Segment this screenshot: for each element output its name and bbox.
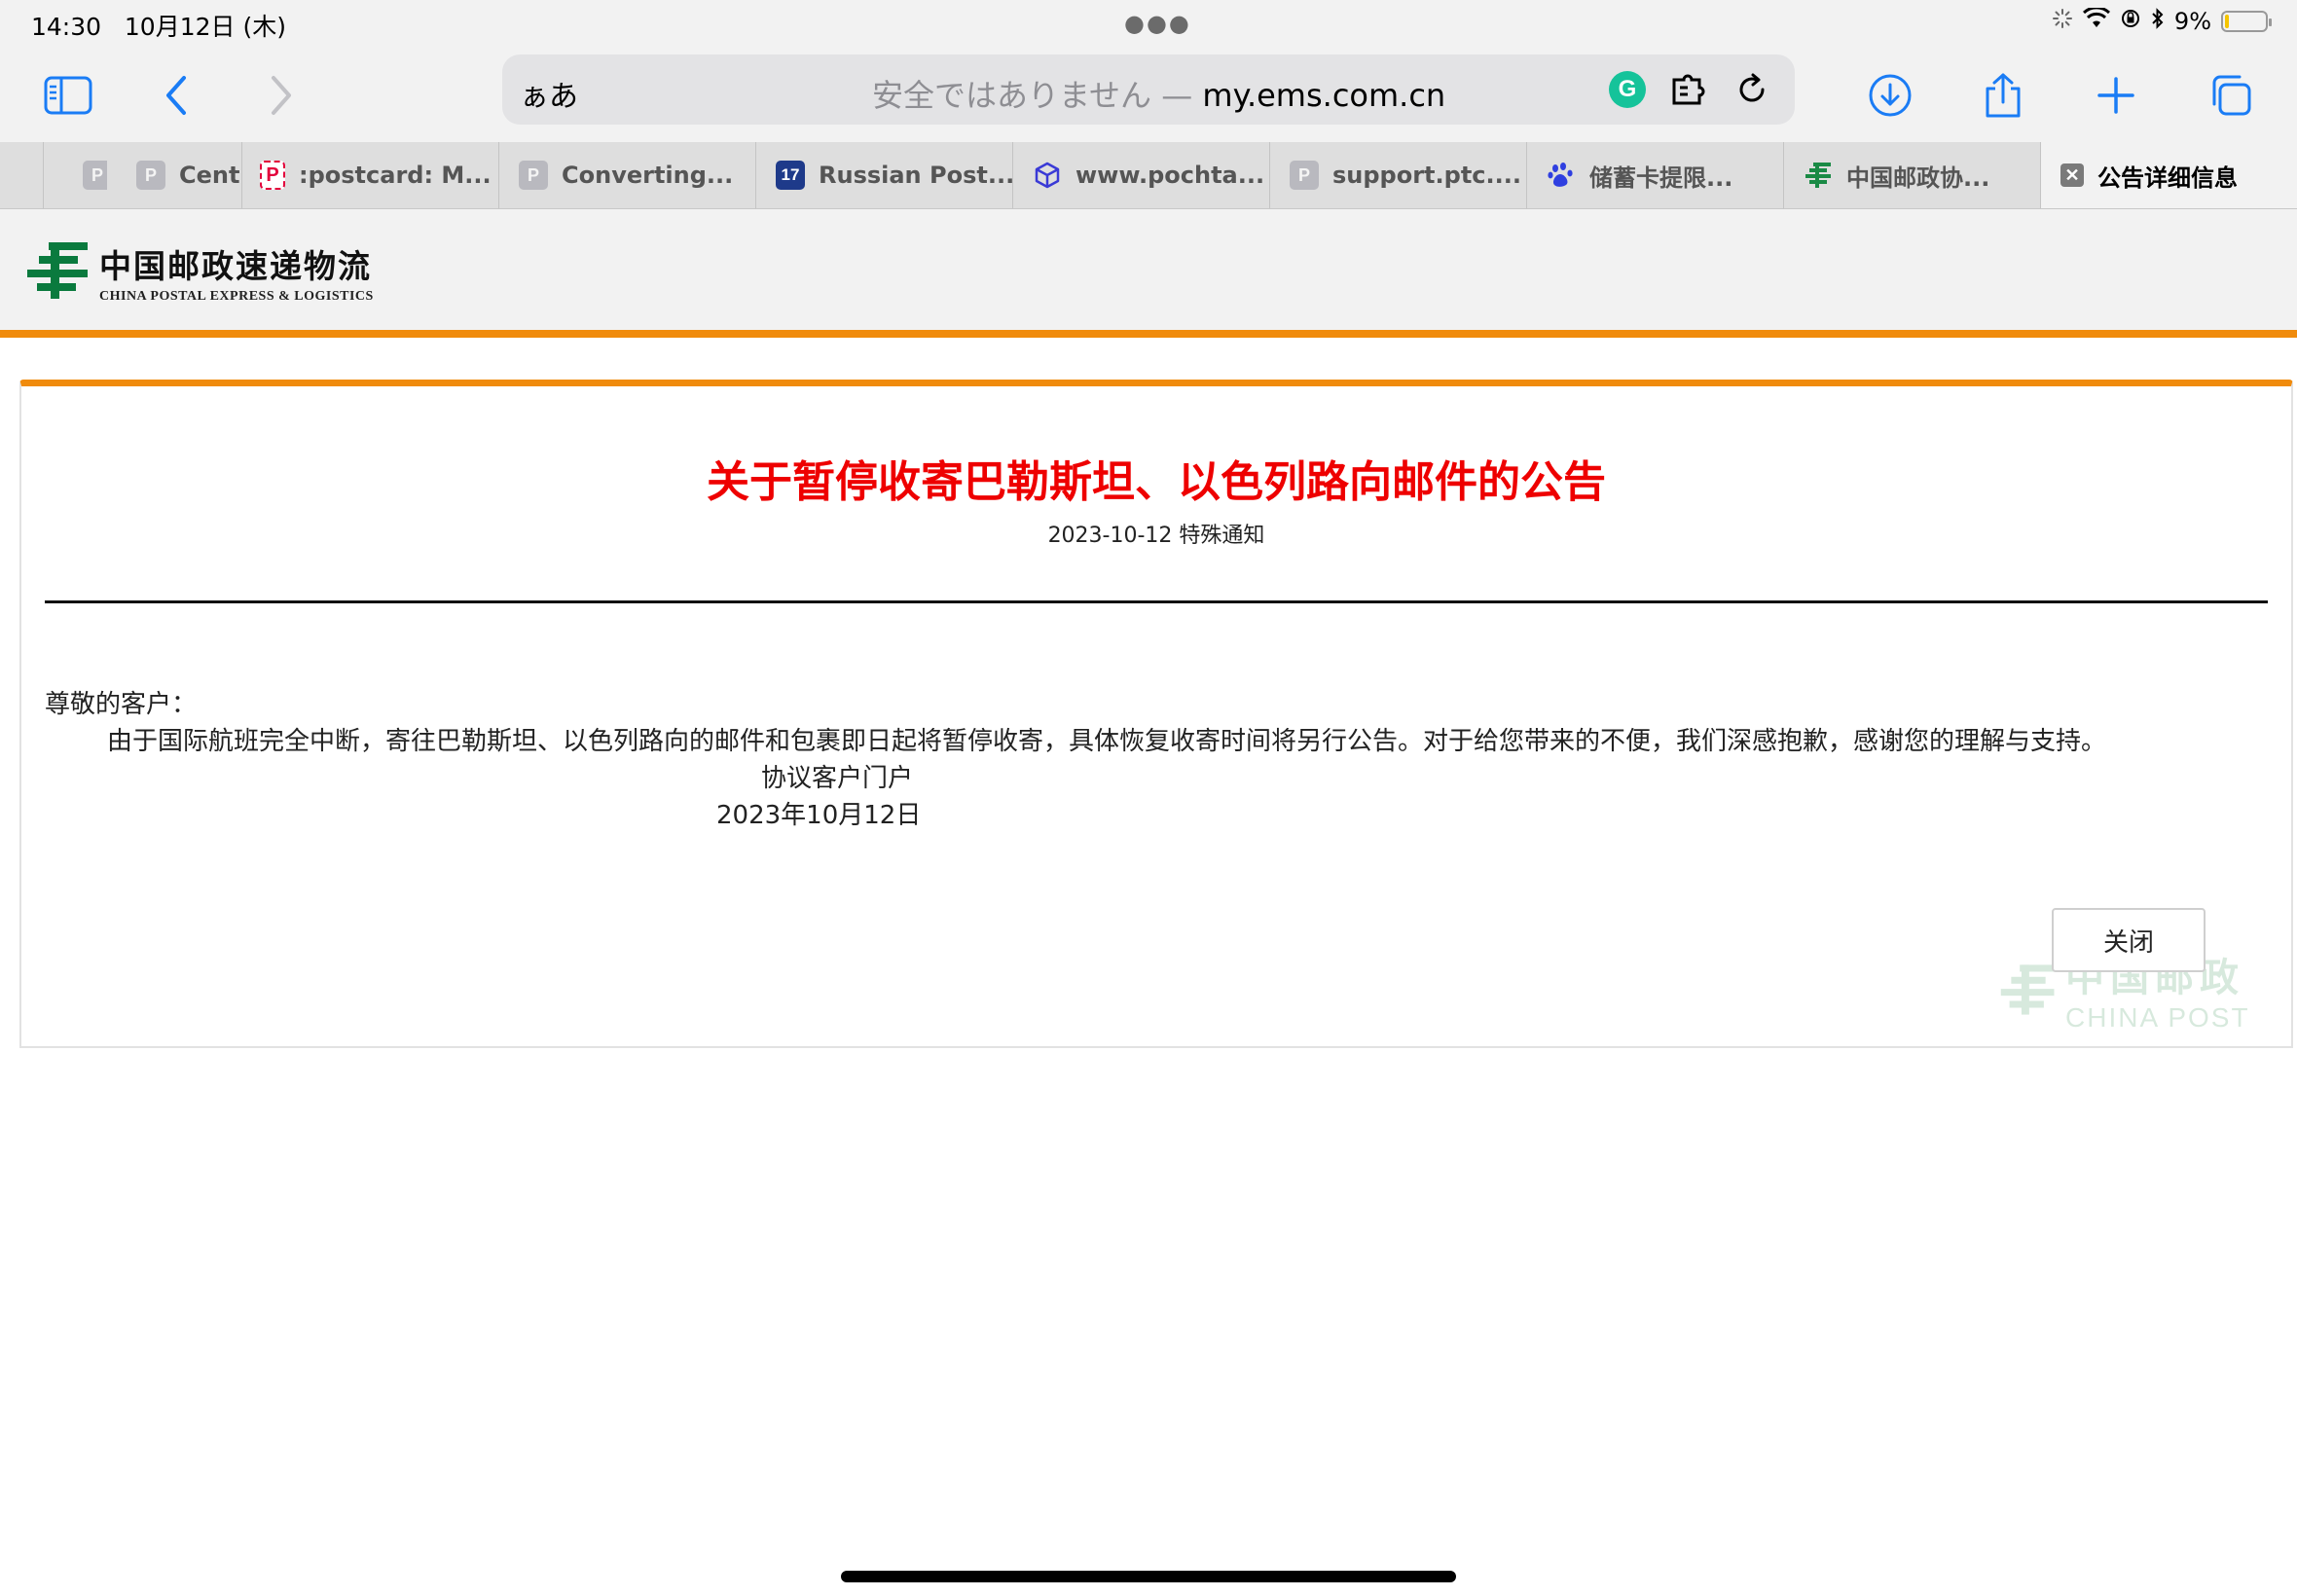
- tab-0[interactable]: P: [43, 142, 107, 208]
- tab-label: Russian Post...: [819, 162, 1012, 189]
- new-tab-plus-icon[interactable]: [2087, 66, 2145, 125]
- tab-bar: P P Centr P :postcard: M... P Converting…: [0, 142, 2297, 209]
- announcement-signature: 协议客户门户: [761, 764, 914, 793]
- tab-label: Centr: [179, 162, 241, 189]
- tab-label: 储蓄卡提限...: [1589, 163, 1733, 192]
- share-icon[interactable]: [1974, 66, 2032, 125]
- reload-icon[interactable]: [1731, 68, 1773, 111]
- tab-overview-icon[interactable]: [2202, 66, 2260, 125]
- announcement-body: 由于国际航班完全中断，寄往巴勒斯坦、以色列路向的邮件和包裹即日起将暂停收寄，具体…: [107, 727, 2107, 756]
- china-post-logo-icon: [25, 240, 91, 305]
- forward-chevron-icon[interactable]: [251, 66, 310, 125]
- cube-icon: [1033, 161, 1062, 190]
- site-logo[interactable]: 中国邮政速递物流 CHINA POSTAL EXPRESS & LOGISTIC…: [25, 240, 374, 305]
- announcement-title: 关于暂停收寄巴勒斯坦、以色列路向邮件的公告: [707, 457, 1606, 507]
- tab-3[interactable]: P Converting...: [498, 142, 755, 208]
- back-chevron-icon[interactable]: [148, 66, 206, 125]
- url-domain: my.ems.com.cn: [1202, 77, 1446, 114]
- tab-label: :postcard: M...: [299, 162, 492, 189]
- tab-4[interactable]: 17 Russian Post...: [755, 142, 1012, 208]
- home-indicator[interactable]: [841, 1571, 1456, 1582]
- sidebar-toggle-icon[interactable]: [39, 66, 97, 125]
- tab-pinned-edge[interactable]: [0, 142, 43, 208]
- tab-8[interactable]: 中国邮政协...: [1783, 142, 2040, 208]
- tab-9-active[interactable]: ✕ 公告详细信息: [2040, 142, 2297, 208]
- baidu-paw-icon: [1547, 161, 1576, 190]
- tab-6[interactable]: P support.ptc....: [1269, 142, 1526, 208]
- status-date: 10月12日 (木): [124, 13, 286, 41]
- tab-label: support.ptc....: [1332, 162, 1521, 189]
- status-clock: 14:30: [31, 13, 102, 41]
- tab-close-icon[interactable]: ✕: [2060, 163, 2084, 187]
- url-display[interactable]: 安全ではありません — my.ems.com.cn: [872, 71, 1445, 116]
- status-time: 14:30 10月12日 (木): [31, 8, 286, 43]
- tab-5[interactable]: www.pochta...: [1012, 142, 1269, 208]
- tab-favicon-p-icon: P: [519, 161, 548, 190]
- logo-text-en: CHINA POSTAL EXPRESS & LOGISTICS: [99, 289, 374, 304]
- browser-toolbar: ぁあ 安全ではありません — my.ems.com.cn G: [0, 49, 2297, 142]
- tab-label: 公告详细信息: [2097, 163, 2238, 192]
- reader-aa-button[interactable]: ぁあ: [520, 72, 578, 115]
- downloads-icon[interactable]: [1861, 66, 1919, 125]
- announcement-date: 2023年10月12日: [716, 801, 922, 830]
- 17track-favicon-icon: 17: [776, 161, 805, 190]
- tab-2[interactable]: P :postcard: M...: [241, 142, 498, 208]
- extension-puzzle-icon[interactable]: [1668, 68, 1711, 111]
- close-button[interactable]: 关闭: [2052, 908, 2206, 972]
- tab-7[interactable]: 储蓄卡提限...: [1526, 142, 1783, 208]
- multitasking-dots-icon[interactable]: ●●●: [1124, 10, 1191, 37]
- battery-icon: [2221, 11, 2272, 32]
- battery-percent: 9%: [2173, 8, 2211, 35]
- watermark-en: CHINA POST: [2065, 1002, 2250, 1033]
- bluetooth-icon: [2151, 8, 2165, 35]
- grammarly-extension-icon[interactable]: G: [1606, 68, 1649, 111]
- orientation-lock-icon: [2120, 8, 2141, 35]
- url-security-warning: 安全ではありません —: [872, 77, 1203, 114]
- announcement-salutation: 尊敬的客户：: [45, 690, 198, 719]
- announcement-card: 关于暂停收寄巴勒斯坦、以色列路向邮件的公告 2023-10-12 特殊通知 尊敬…: [19, 380, 2293, 1048]
- tab-label: Converting...: [562, 162, 734, 189]
- status-bar: 14:30 10月12日 (木) ●●● 9%: [0, 0, 2297, 49]
- announcement-meta: 2023-10-12 特殊通知: [1047, 524, 1265, 548]
- tab-1[interactable]: P Centr: [107, 142, 241, 208]
- status-indicators: 9%: [2052, 6, 2272, 35]
- china-post-logo-icon: [1804, 161, 1833, 190]
- wifi-icon: [2082, 6, 2110, 35]
- logo-text: 中国邮政速递物流 CHINA POSTAL EXPRESS & LOGISTIC…: [99, 240, 374, 305]
- tab-label: www.pochta...: [1076, 162, 1265, 189]
- address-bar[interactable]: ぁあ 安全ではありません — my.ems.com.cn G: [502, 54, 1795, 125]
- divider: [45, 600, 2268, 603]
- tab-favicon-p-icon: P: [83, 161, 107, 190]
- tab-favicon-p-icon: P: [1290, 161, 1319, 190]
- tab-label: 中国邮政协...: [1846, 163, 1990, 192]
- tab-favicon-p-icon: P: [136, 161, 165, 190]
- site-header: 中国邮政速递物流 CHINA POSTAL EXPRESS & LOGISTIC…: [0, 209, 2297, 338]
- logo-text-cn: 中国邮政速递物流: [99, 247, 372, 285]
- postcard-favicon-icon: P: [260, 161, 285, 190]
- activity-spinner-icon: [2052, 8, 2073, 35]
- battery-fill: [2225, 15, 2229, 28]
